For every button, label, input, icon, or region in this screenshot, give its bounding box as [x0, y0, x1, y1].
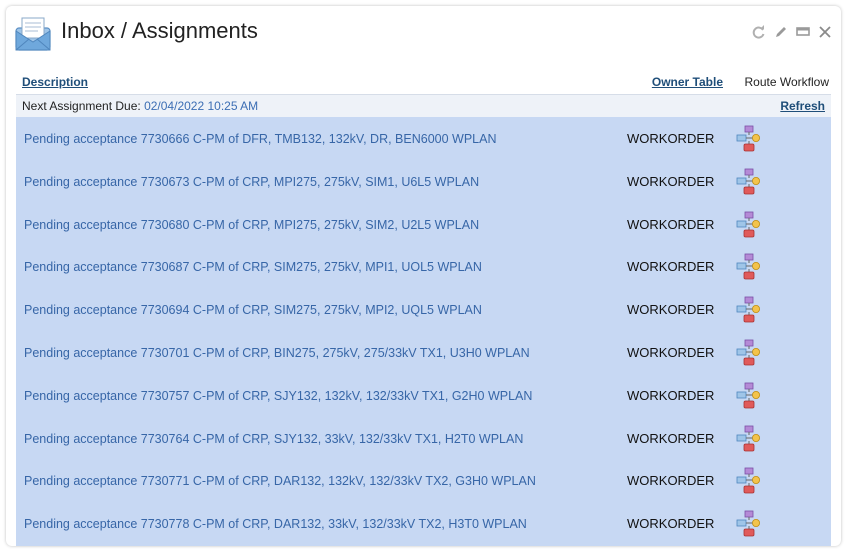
table-row[interactable]: Pending acceptance 7730701 C-PM of CRP, …	[16, 331, 831, 374]
route-workflow-icon[interactable]	[735, 382, 763, 410]
assignment-description-link[interactable]: Pending acceptance 7730666 C-PM of DFR, …	[24, 132, 496, 146]
assignment-description-link[interactable]: Pending acceptance 7730687 C-PM of CRP, …	[24, 260, 482, 274]
inbox-assignments-portlet: Inbox / Assignments Description Owner Ta…	[6, 6, 841, 546]
owner-table-cell: WORKORDER	[627, 387, 715, 403]
portlet-titlebar: Inbox / Assignments	[6, 6, 841, 62]
column-header: Description Owner Table Route Workflow	[16, 70, 831, 94]
route-workflow-icon[interactable]	[735, 425, 763, 453]
table-row[interactable]: Pending acceptance 7730673 C-PM of CRP, …	[16, 160, 831, 203]
assignment-description-link[interactable]: Pending acceptance 7730680 C-PM of CRP, …	[24, 218, 479, 232]
owner-table-cell: WORKORDER	[627, 344, 715, 360]
assignment-description-link[interactable]: Pending acceptance 7730771 C-PM of CRP, …	[24, 474, 536, 488]
table-row[interactable]: Pending acceptance 7730694 C-PM of CRP, …	[16, 288, 831, 331]
next-assignment-label: Next Assignment Due: 02/04/2022 10:25 AM	[22, 99, 259, 113]
owner-table-cell: WORKORDER	[627, 259, 715, 275]
assignment-description-link[interactable]: Pending acceptance 7730673 C-PM of CRP, …	[24, 175, 479, 189]
assignment-description-link[interactable]: Pending acceptance 7730757 C-PM of CRP, …	[24, 389, 532, 403]
table-row[interactable]: Pending acceptance 7730757 C-PM of CRP, …	[16, 374, 831, 417]
table-row[interactable]: Pending acceptance 7730666 C-PM of DFR, …	[16, 117, 831, 160]
assignment-list: Pending acceptance 7730666 C-PM of DFR, …	[16, 117, 831, 546]
assignment-description-link[interactable]: Pending acceptance 7730778 C-PM of CRP, …	[24, 517, 527, 531]
owner-table-cell: WORKORDER	[627, 302, 715, 318]
route-workflow-icon[interactable]	[735, 211, 763, 239]
owner-table-cell: WORKORDER	[627, 473, 715, 489]
route-workflow-icon[interactable]	[735, 510, 763, 538]
route-workflow-icon[interactable]	[735, 296, 763, 324]
owner-table-cell: WORKORDER	[627, 131, 715, 146]
portlet-toolbar	[751, 24, 833, 40]
table-row[interactable]: Pending acceptance 7730687 C-PM of CRP, …	[16, 245, 831, 288]
route-workflow-icon[interactable]	[735, 168, 763, 196]
owner-table-cell: WORKORDER	[627, 516, 715, 532]
table-row[interactable]: Pending acceptance 7730680 C-PM of CRP, …	[16, 203, 831, 246]
owner-table-cell: WORKORDER	[627, 430, 715, 446]
owner-table-column-header[interactable]: Owner Table	[652, 75, 723, 89]
close-icon[interactable]	[817, 24, 833, 40]
owner-table-cell: WORKORDER	[627, 216, 715, 232]
route-workflow-icon[interactable]	[735, 125, 763, 153]
table-row[interactable]: Pending acceptance 7730778 C-PM of CRP, …	[16, 502, 831, 545]
refresh-link[interactable]: Refresh	[780, 99, 825, 113]
table-row[interactable]: Pending acceptance 7730771 C-PM of CRP, …	[16, 459, 831, 502]
refresh-icon[interactable]	[751, 24, 767, 40]
next-assignment-date: 02/04/2022 10:25 AM	[144, 99, 259, 113]
route-workflow-column-header: Route Workflow	[744, 75, 829, 89]
owner-table-cell: WORKORDER	[627, 173, 715, 189]
route-workflow-icon[interactable]	[735, 253, 763, 281]
description-column-header[interactable]: Description	[22, 75, 88, 89]
assignment-description-link[interactable]: Pending acceptance 7730701 C-PM of CRP, …	[24, 346, 530, 360]
next-assignment-bar: Next Assignment Due: 02/04/2022 10:25 AM…	[16, 94, 831, 118]
page-title: Inbox / Assignments	[61, 18, 258, 43]
envelope-icon	[15, 17, 51, 51]
assignment-description-link[interactable]: Pending acceptance 7730764 C-PM of CRP, …	[24, 432, 523, 446]
minimize-icon[interactable]	[795, 24, 811, 40]
assignment-description-link[interactable]: Pending acceptance 7730694 C-PM of CRP, …	[24, 303, 482, 317]
route-workflow-icon[interactable]	[735, 339, 763, 367]
route-workflow-icon[interactable]	[735, 467, 763, 495]
edit-icon[interactable]	[773, 24, 789, 40]
table-row[interactable]: Pending acceptance 7730764 C-PM of CRP, …	[16, 417, 831, 460]
